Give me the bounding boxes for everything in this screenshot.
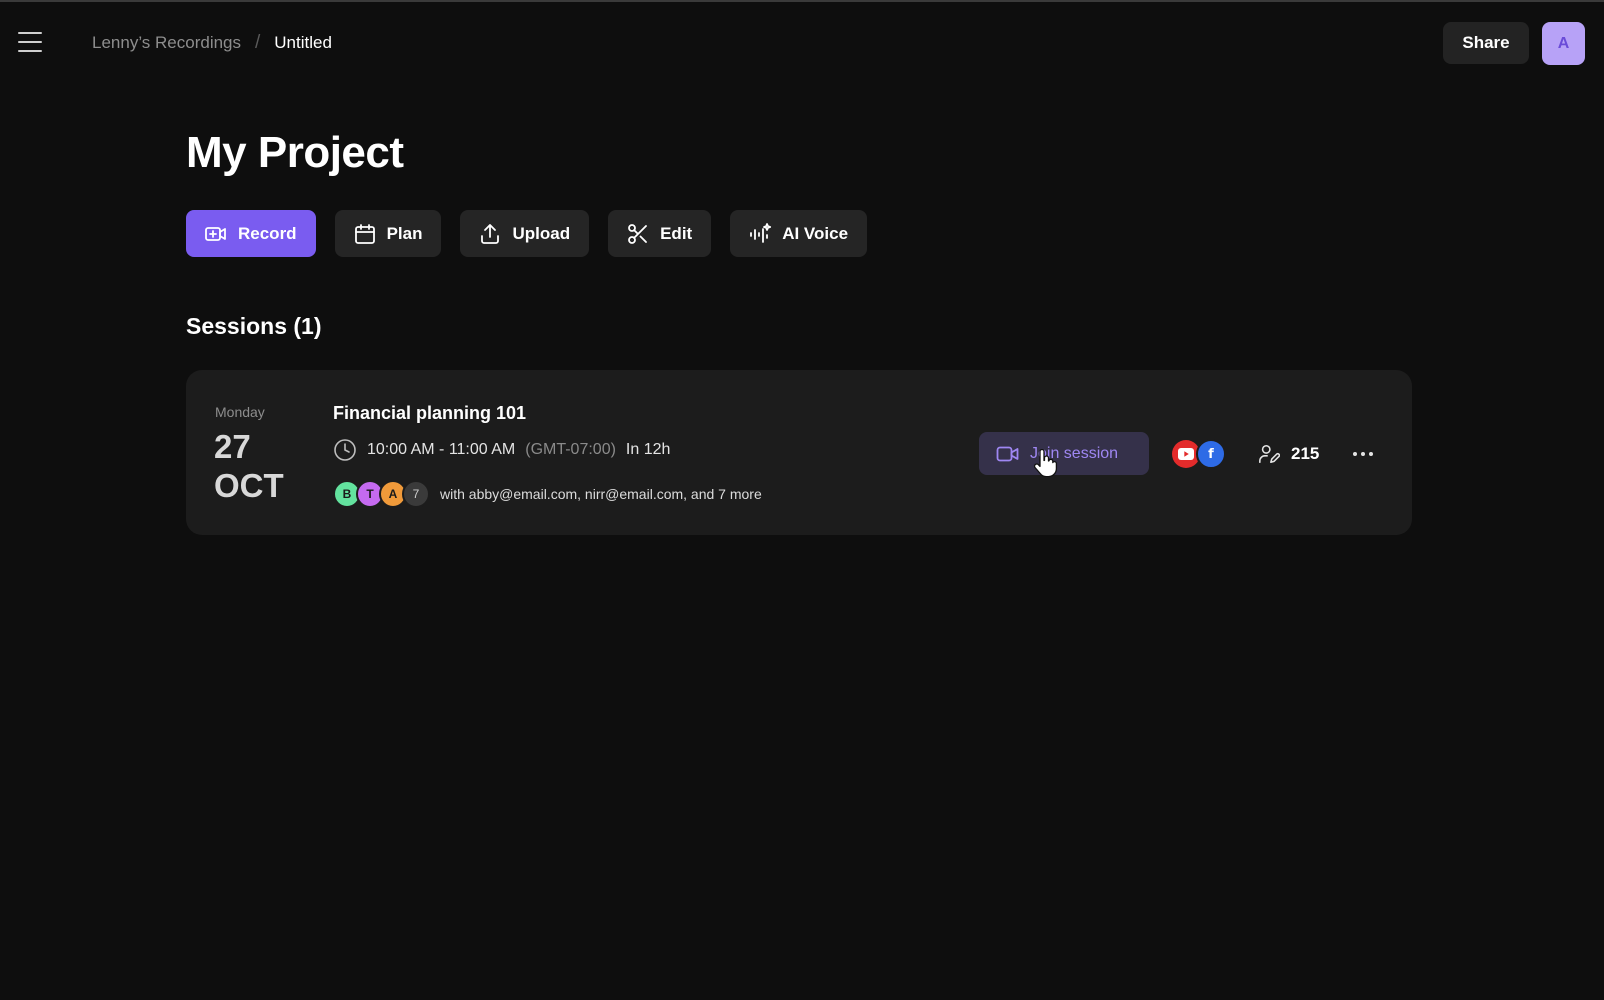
- session-time-row: 10:00 AM - 11:00 AM (GMT-07:00) In 12h: [333, 438, 670, 462]
- user-avatar[interactable]: A: [1542, 22, 1585, 65]
- top-bar: Lenny’s Recordings / Untitled Share A: [0, 2, 1604, 82]
- session-title[interactable]: Financial planning 101: [333, 403, 526, 424]
- session-timezone: (GMT-07:00): [525, 441, 616, 458]
- video-camera-icon: [996, 446, 1019, 461]
- session-card[interactable]: Monday 27 OCT Financial planning 101 10:…: [186, 370, 1412, 535]
- record-label: Record: [238, 223, 297, 243]
- session-time-range: 10:00 AM - 11:00 AM: [367, 441, 516, 458]
- session-day-number: 27: [214, 428, 251, 465]
- session-attendees: B T A 7 with abby@email.com, nirr@email.…: [333, 479, 762, 509]
- facebook-glyph: f: [1208, 446, 1214, 462]
- action-toolbar: Record Plan Upload Edit AI Voice: [186, 210, 868, 257]
- breadcrumb-current[interactable]: Untitled: [274, 33, 332, 53]
- clock-icon: [334, 439, 356, 461]
- upload-button[interactable]: Upload: [460, 210, 590, 257]
- sessions-heading: Sessions (1): [186, 313, 322, 339]
- edit-button[interactable]: Edit: [608, 210, 712, 257]
- plan-label: Plan: [386, 223, 423, 243]
- breadcrumb: Lenny’s Recordings / Untitled: [92, 32, 332, 54]
- viewer-count-value: 215: [1291, 444, 1320, 463]
- more-options-icon[interactable]: [1349, 441, 1377, 467]
- ai-voice-label: AI Voice: [782, 223, 849, 243]
- record-button[interactable]: Record: [186, 210, 316, 257]
- ai-voice-waveform-icon: [750, 222, 772, 243]
- join-session-label: Join session: [1030, 444, 1119, 462]
- facebook-icon: f: [1196, 439, 1226, 469]
- session-day-name: Monday: [215, 404, 265, 420]
- attendees-text: with abby@email.com, nirr@email.com, and…: [440, 486, 762, 502]
- share-button[interactable]: Share: [1443, 22, 1529, 64]
- video-plus-icon: [205, 226, 226, 241]
- attendee-avatars[interactable]: B T A 7: [333, 480, 430, 508]
- attendee-more-count: 7: [402, 480, 430, 508]
- plan-button[interactable]: Plan: [334, 210, 442, 257]
- breadcrumb-separator: /: [255, 32, 261, 53]
- upload-label: Upload: [512, 223, 571, 243]
- calendar-icon: [354, 223, 375, 244]
- menu-icon[interactable]: [18, 32, 44, 52]
- stream-platforms: f: [1172, 439, 1226, 469]
- join-session-button[interactable]: Join session: [979, 432, 1149, 475]
- scissors-icon: [628, 223, 647, 244]
- viewer-count[interactable]: 215: [1258, 440, 1319, 468]
- upload-icon: [481, 223, 500, 244]
- session-month: OCT: [214, 467, 284, 504]
- page-title: My Project: [186, 128, 404, 177]
- session-relative-time: In 12h: [625, 441, 671, 458]
- ai-voice-button[interactable]: AI Voice: [730, 210, 868, 257]
- user-edit-icon: [1259, 444, 1280, 464]
- edit-label: Edit: [660, 223, 693, 243]
- breadcrumb-parent-link[interactable]: Lenny’s Recordings: [92, 33, 241, 53]
